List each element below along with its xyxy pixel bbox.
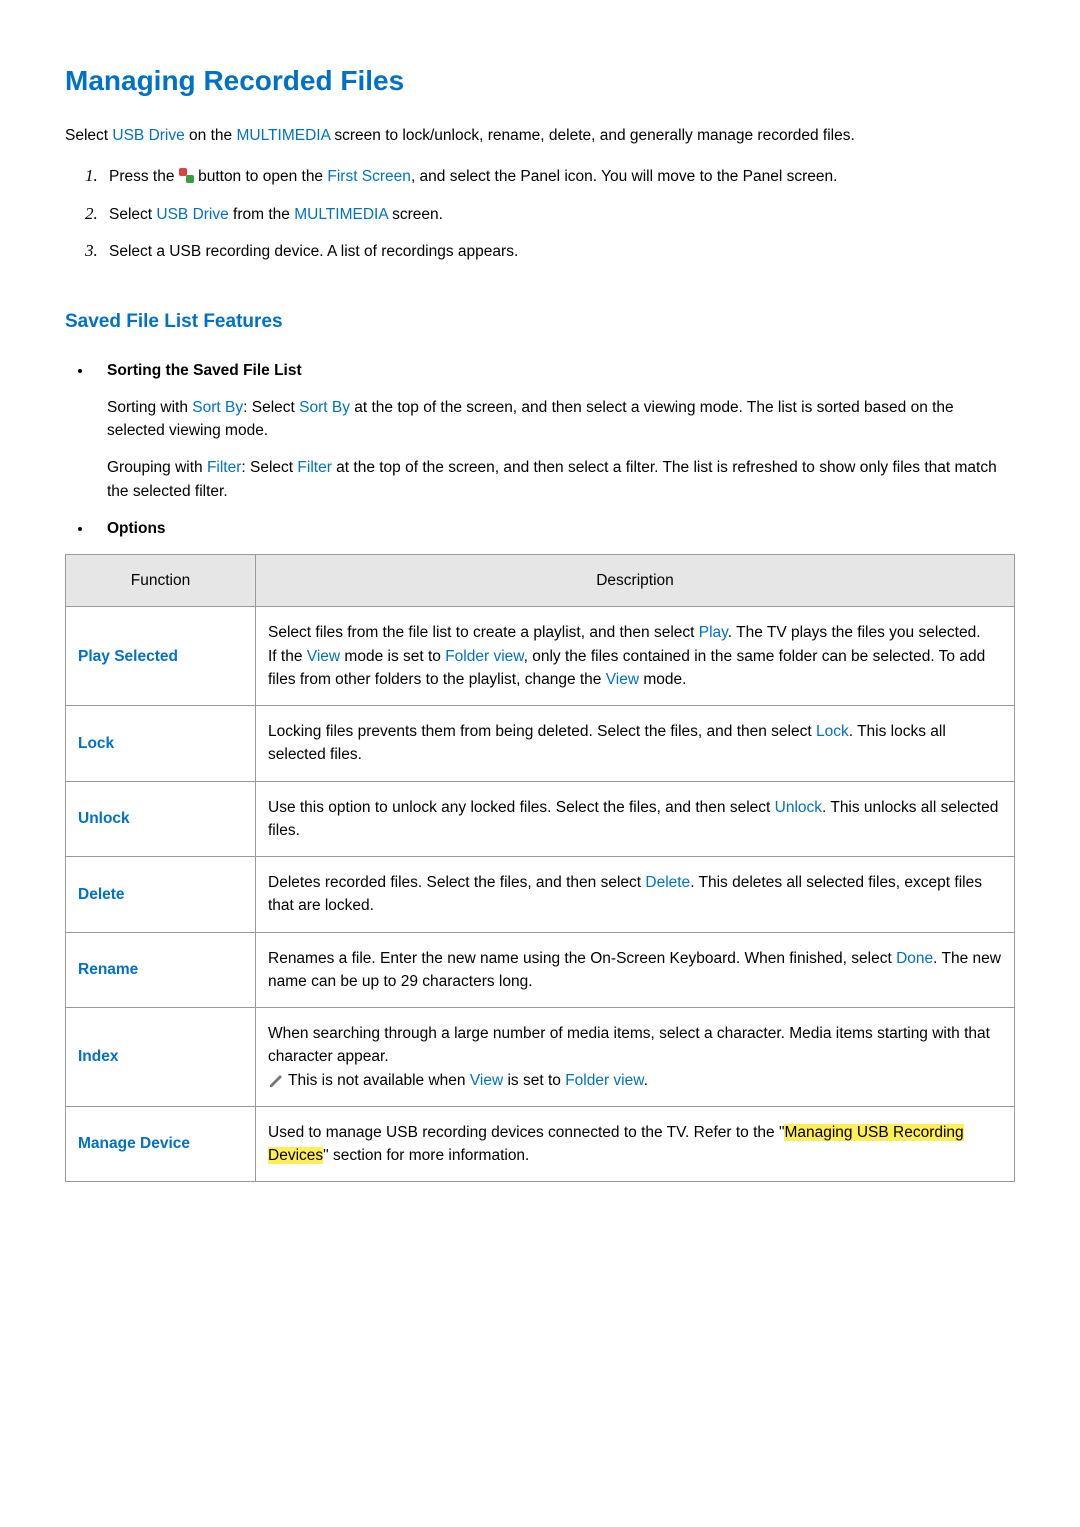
body-text: Grouping with: [107, 459, 207, 476]
step-1: 1. Press the button to open the First Sc…: [85, 165, 1015, 188]
folder-view-term: Folder view: [445, 648, 523, 665]
view-term: View: [606, 671, 639, 688]
desc-text: When searching through a large number of…: [268, 1025, 990, 1065]
feature-body: Grouping with Filter: Select Filter at t…: [107, 456, 1015, 503]
feature-sorting: Sorting the Saved File List Sorting with…: [93, 359, 1015, 503]
desc-text: Deletes recorded files. Select the files…: [268, 874, 645, 891]
options-table: Function Description Play Selected Selec…: [65, 554, 1015, 1182]
sort-by-term: Sort By: [299, 399, 350, 416]
table-row: Delete Deletes recorded files. Select th…: [66, 857, 1015, 933]
desc-text: . The TV plays the files you selected.: [728, 624, 981, 641]
feature-title: Options: [107, 517, 1015, 540]
intro-text: on the: [185, 127, 237, 144]
desc-text: If the: [268, 648, 307, 665]
description-cell: Select files from the file list to creat…: [256, 607, 1015, 706]
note-text: is set to: [503, 1072, 565, 1089]
function-index: Index: [78, 1048, 118, 1065]
step-3: 3. Select a USB recording device. A list…: [85, 240, 1015, 263]
step-number: 2.: [85, 201, 98, 227]
table-header-description: Description: [256, 555, 1015, 607]
step-text: , and select the Panel icon. You will mo…: [411, 168, 838, 185]
saved-file-list-heading: Saved File List Features: [65, 308, 1015, 337]
table-row: Index When searching through a large num…: [66, 1008, 1015, 1107]
body-text: : Select: [241, 459, 297, 476]
steps-list: 1. Press the button to open the First Sc…: [65, 165, 1015, 263]
features-list: Sorting the Saved File List Sorting with…: [65, 359, 1015, 541]
note-icon: [268, 1073, 282, 1087]
folder-view-term: Folder view: [565, 1072, 643, 1089]
smart-hub-icon: [179, 168, 194, 183]
desc-text: Select files from the file list to creat…: [268, 624, 699, 641]
body-text: Sorting with: [107, 399, 192, 416]
function-lock: Lock: [78, 735, 114, 752]
view-term: View: [307, 648, 340, 665]
view-term: View: [470, 1072, 503, 1089]
desc-text: mode.: [639, 671, 686, 688]
lock-term: Lock: [816, 723, 849, 740]
description-cell: Use this option to unlock any locked fil…: [256, 781, 1015, 857]
sort-by-term: Sort By: [192, 399, 243, 416]
description-cell: Locking files prevents them from being d…: [256, 706, 1015, 782]
filter-term: Filter: [207, 459, 241, 476]
desc-text: Locking files prevents them from being d…: [268, 723, 816, 740]
step-text: from the: [229, 206, 294, 223]
table-row: Manage Device Used to manage USB recordi…: [66, 1106, 1015, 1182]
page-title: Managing Recorded Files: [65, 60, 1015, 102]
function-rename: Rename: [78, 961, 138, 978]
description-cell: Renames a file. Enter the new name using…: [256, 932, 1015, 1008]
unlock-term: Unlock: [775, 799, 822, 816]
step-number: 3.: [85, 238, 98, 264]
step-number: 1.: [85, 163, 98, 189]
desc-text: Used to manage USB recording devices con…: [268, 1124, 784, 1141]
play-term: Play: [699, 624, 728, 641]
feature-body: Sorting with Sort By: Select Sort By at …: [107, 396, 1015, 443]
feature-options: Options: [93, 517, 1015, 540]
table-row: Unlock Use this option to unlock any loc…: [66, 781, 1015, 857]
description-cell: Used to manage USB recording devices con…: [256, 1106, 1015, 1182]
step-text: screen.: [388, 206, 443, 223]
usb-drive-term: USB Drive: [112, 127, 184, 144]
intro-paragraph: Select USB Drive on the MULTIMEDIA scree…: [65, 124, 1015, 147]
function-delete: Delete: [78, 886, 125, 903]
desc-text: " section for more information.: [323, 1147, 529, 1164]
table-row: Rename Renames a file. Enter the new nam…: [66, 932, 1015, 1008]
note-text: .: [644, 1072, 648, 1089]
filter-term: Filter: [297, 459, 331, 476]
step-text: Press the: [109, 168, 179, 185]
function-play-selected: Play Selected: [78, 648, 178, 665]
usb-drive-term: USB Drive: [156, 206, 228, 223]
table-row: Play Selected Select files from the file…: [66, 607, 1015, 706]
body-text: : Select: [243, 399, 299, 416]
desc-text: mode is set to: [340, 648, 445, 665]
first-screen-term: First Screen: [327, 168, 411, 185]
table-row: Lock Locking files prevents them from be…: [66, 706, 1015, 782]
multimedia-term: MULTIMEDIA: [294, 206, 388, 223]
description-cell: Deletes recorded files. Select the files…: [256, 857, 1015, 933]
table-header-function: Function: [66, 555, 256, 607]
feature-title: Sorting the Saved File List: [107, 359, 1015, 382]
desc-text: Renames a file. Enter the new name using…: [268, 950, 896, 967]
desc-text: Use this option to unlock any locked fil…: [268, 799, 775, 816]
function-manage-device: Manage Device: [78, 1135, 190, 1152]
intro-text: Select: [65, 127, 112, 144]
note-text: This is not available when: [288, 1072, 470, 1089]
intro-text: screen to lock/unlock, rename, delete, a…: [330, 127, 855, 144]
step-2: 2. Select USB Drive from the MULTIMEDIA …: [85, 203, 1015, 226]
function-unlock: Unlock: [78, 810, 130, 827]
multimedia-term: MULTIMEDIA: [236, 127, 330, 144]
step-text: Select a USB recording device. A list of…: [109, 243, 518, 260]
delete-term: Delete: [645, 874, 690, 891]
done-term: Done: [896, 950, 933, 967]
description-cell: When searching through a large number of…: [256, 1008, 1015, 1107]
step-text: button to open the: [194, 168, 328, 185]
step-text: Select: [109, 206, 156, 223]
